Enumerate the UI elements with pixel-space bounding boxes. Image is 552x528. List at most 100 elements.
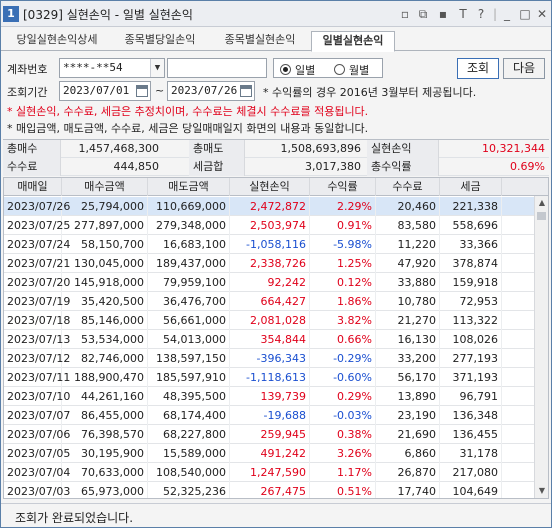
scroll-thumb[interactable] <box>537 212 546 220</box>
table-header: 매매일 매수금액 매도금액 실현손익 수익률 수수료 세금 <box>4 178 548 196</box>
tab-stock-realized-pnl[interactable]: 종목별실현손익 <box>211 31 309 51</box>
summary-label: 총매도 <box>189 140 245 158</box>
table-cell: 26,870 <box>376 463 440 482</box>
scroll-up-icon[interactable]: ▲ <box>535 196 548 210</box>
table-cell: 108,540,000 <box>148 463 230 482</box>
table-cell: 1.86% <box>310 292 376 311</box>
font-size-icon[interactable]: T <box>455 6 471 22</box>
table-row[interactable]: 2023/07/03 65,973,000 52,325,236 267,475 0.5… <box>4 482 548 498</box>
table-cell: 79,959,100 <box>148 273 230 292</box>
minimize-icon[interactable]: _ <box>499 6 515 22</box>
column-header[interactable]: 수수료 <box>376 178 440 196</box>
table-cell: 96,791 <box>440 387 502 406</box>
table-cell: 113,322 <box>440 311 502 330</box>
date-from-field[interactable]: 2023/07/01 <box>59 81 151 101</box>
table-row[interactable]: 2023/07/04 70,633,000 108,540,000 1,247,590… <box>4 463 548 482</box>
table-cell: 23,190 <box>376 406 440 425</box>
table-cell: 378,874 <box>440 254 502 273</box>
table-cell: 2.29% <box>310 197 376 216</box>
status-message: 조회가 완료되었습니다. <box>15 511 134 525</box>
column-header[interactable]: 수익률 <box>310 178 376 196</box>
table-cell: 188,900,470 <box>62 368 148 387</box>
table-cell: 83,580 <box>376 216 440 235</box>
table-row[interactable]: 2023/07/18 85,146,000 56,661,000 2,081,028 3… <box>4 311 548 330</box>
table-cell: 56,170 <box>376 368 440 387</box>
table-cell: 44,261,160 <box>62 387 148 406</box>
table-cell: 108,026 <box>440 330 502 349</box>
table-cell: 15,589,000 <box>148 444 230 463</box>
table-row[interactable]: 2023/07/05 30,195,900 15,589,000 491,242 3.2… <box>4 444 548 463</box>
table-row[interactable]: 2023/07/25 277,897,000 279,348,000 2,503,97… <box>4 216 548 235</box>
tab-today-realized-detail[interactable]: 당일실현손익상세 <box>5 31 109 51</box>
link-icon[interactable]: ▫ <box>397 6 413 22</box>
chevron-down-icon[interactable]: ▼ <box>150 59 164 77</box>
table-cell: 1,247,590 <box>230 463 310 482</box>
window-number-badge: 1 <box>3 6 19 22</box>
summary-value: 1,457,468,300 <box>78 142 159 155</box>
scroll-down-icon[interactable]: ▼ <box>535 484 548 498</box>
table-row[interactable]: 2023/07/19 35,420,500 36,476,700 664,427 1.8… <box>4 292 548 311</box>
table-cell: 21,270 <box>376 311 440 330</box>
column-header[interactable]: 매수금액 <box>62 178 148 196</box>
column-header[interactable]: 매매일 <box>4 178 62 196</box>
account-value: ****-**54 <box>63 61 123 74</box>
next-button[interactable]: 다음 <box>503 58 545 79</box>
table-cell: 2,081,028 <box>230 311 310 330</box>
table-cell: -0.29% <box>310 349 376 368</box>
table-cell: 277,193 <box>440 349 502 368</box>
table-row[interactable]: 2023/07/21 130,045,000 189,437,000 2,338,72… <box>4 254 548 273</box>
table-cell: 0.91% <box>310 216 376 235</box>
table-row[interactable]: 2023/07/07 86,455,000 68,174,400 -19,688 -0.… <box>4 406 548 425</box>
table-cell: 25,794,000 <box>62 197 148 216</box>
pin-icon[interactable]: ▪ <box>435 6 451 22</box>
table-cell: 1.17% <box>310 463 376 482</box>
table-cell: 35,420,500 <box>62 292 148 311</box>
maximize-icon[interactable]: □ <box>517 6 533 22</box>
table-cell: 279,348,000 <box>148 216 230 235</box>
table-row[interactable]: 2023/07/20 145,918,000 79,959,100 92,242 0.1… <box>4 273 548 292</box>
column-header[interactable]: 세금 <box>440 178 502 196</box>
tab-stock-today-pnl[interactable]: 종목별당일손익 <box>111 31 209 51</box>
table-row[interactable]: 2023/07/11 188,900,470 185,597,910 -1,118,6… <box>4 368 548 387</box>
table-cell: 68,174,400 <box>148 406 230 425</box>
account-name-field[interactable] <box>167 58 267 78</box>
account-select[interactable]: ****-**54 ▼ <box>59 58 165 78</box>
table-row[interactable]: 2023/07/12 82,746,000 138,597,150 -396,343-… <box>4 349 548 368</box>
window-title: [0329] 실현손익 - 일별 실현손익 <box>23 8 193 22</box>
column-header[interactable]: 매도금액 <box>148 178 230 196</box>
table-row[interactable]: 2023/07/26 25,794,000 110,669,000 2,472,872… <box>4 197 548 216</box>
tab-daily-realized-pnl[interactable]: 일별실현손익 <box>311 31 395 52</box>
radio-monthly[interactable]: 월별 <box>334 62 369 78</box>
table-cell: 2023/07/24 <box>4 235 70 254</box>
table-cell: 0.12% <box>310 273 376 292</box>
calendar-icon[interactable] <box>240 85 252 97</box>
table-row[interactable]: 2023/07/06 76,398,570 68,227,800 259,945 0.3… <box>4 425 548 444</box>
summary-label: 수수료 <box>3 158 61 176</box>
table-cell: 70,633,000 <box>62 463 148 482</box>
copy-window-icon[interactable]: ⧉ <box>415 6 431 22</box>
table-cell: 6,860 <box>376 444 440 463</box>
table-cell: 664,427 <box>230 292 310 311</box>
radio-daily-label: 일별 <box>295 64 316 77</box>
summary-label: 실현손익 <box>367 140 439 158</box>
column-header[interactable]: 실현손익 <box>230 178 310 196</box>
table-cell: 2023/07/06 <box>4 425 70 444</box>
table-row[interactable]: 2023/07/24 58,150,700 16,683,100 -1,058,116… <box>4 235 548 254</box>
close-icon[interactable]: ✕ <box>534 6 550 22</box>
table-cell: 2023/07/19 <box>4 292 70 311</box>
vertical-scrollbar[interactable]: ▲ ▼ <box>534 196 548 498</box>
table-row[interactable]: 2023/07/10 44,261,160 48,395,500 139,739 0.2… <box>4 387 548 406</box>
date-to-field[interactable]: 2023/07/26 <box>167 81 255 101</box>
table-row[interactable]: 2023/07/13 53,534,000 54,013,000 354,844 0.6… <box>4 330 548 349</box>
radio-daily[interactable]: 일별 <box>280 62 315 78</box>
query-button[interactable]: 조회 <box>457 58 499 79</box>
date-from-value: 2023/07/01 <box>63 84 130 97</box>
table-cell: -1,058,116 <box>230 235 310 254</box>
calendar-icon[interactable] <box>136 85 148 97</box>
summary-value-total-return: 0.69% <box>510 160 545 173</box>
table-cell: 54,013,000 <box>148 330 230 349</box>
table-cell: 72,953 <box>440 292 502 311</box>
table-cell: 277,897,000 <box>62 216 148 235</box>
summary-label: 총매수 <box>3 140 61 158</box>
table-cell: 2023/07/20 <box>4 273 70 292</box>
